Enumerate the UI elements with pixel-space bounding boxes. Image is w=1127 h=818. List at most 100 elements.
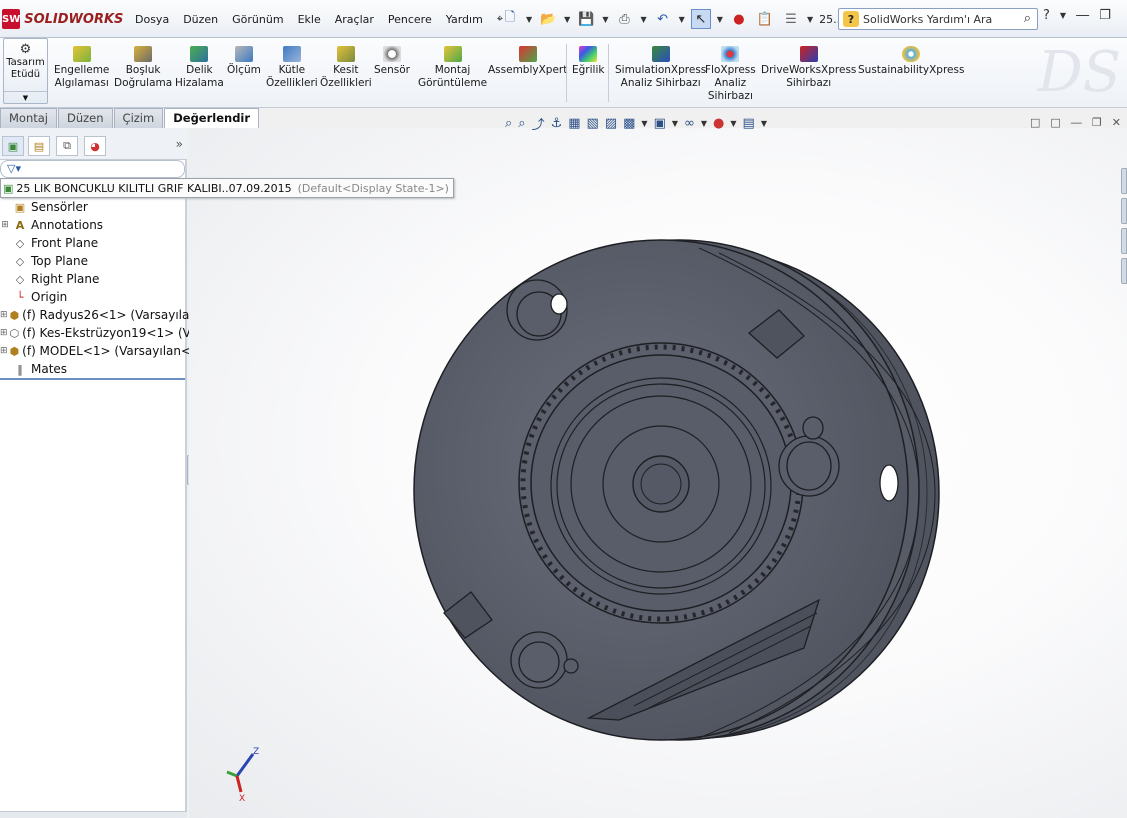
- section-view-icon[interactable]: ⚓: [551, 116, 563, 131]
- edit-appearance-icon[interactable]: ▣: [654, 116, 666, 131]
- expand-icon[interactable]: ⊞: [0, 220, 10, 230]
- sustainabilityxpress-button[interactable]: SustainabilityXpress: [858, 46, 964, 77]
- save-dropdown-icon[interactable]: ▼: [602, 15, 608, 24]
- tab-duzen[interactable]: Düzen: [58, 108, 113, 128]
- assembly-visualization-button[interactable]: Montaj Görüntüleme: [418, 46, 487, 90]
- task-pane-tab[interactable]: [1121, 198, 1127, 224]
- expand-icon[interactable]: ⊞: [0, 346, 8, 356]
- view-orientation-icon[interactable]: ▧: [587, 116, 599, 131]
- select-dropdown-icon[interactable]: ▼: [717, 15, 723, 24]
- options-icon[interactable]: ☰: [781, 9, 801, 29]
- feature-tree-filter[interactable]: ▽▾: [0, 160, 185, 178]
- tree-item-component[interactable]: ⊞ ⬢ (f) MODEL<1> (Varsayılan<: [0, 342, 191, 360]
- hole-alignment-button[interactable]: Delik Hizalama: [175, 46, 224, 90]
- task-pane-tab[interactable]: [1121, 228, 1127, 254]
- solidworks-logo[interactable]: SW SOLIDWORKS: [2, 7, 123, 31]
- viewport-close-icon[interactable]: ✕: [1112, 116, 1121, 129]
- clearance-verification-button[interactable]: Boşluk Doğrulama: [114, 46, 172, 90]
- assembly-model-view[interactable]: [399, 228, 959, 758]
- expand-icon[interactable]: ⊞: [0, 328, 8, 338]
- feature-tree-tab-icon[interactable]: ▣: [2, 136, 24, 156]
- tab-montaj[interactable]: Montaj: [0, 108, 57, 128]
- tree-item-top-plane[interactable]: ◇ Top Plane: [0, 252, 187, 270]
- display-manager-tab-icon[interactable]: ◕: [84, 136, 106, 156]
- save-icon[interactable]: 💾: [576, 9, 596, 29]
- menu-araclar[interactable]: Araçlar: [328, 13, 381, 26]
- scene-icon[interactable]: ∞: [684, 116, 695, 131]
- tree-root-item[interactable]: ▣ 25 LIK BONCUKLU KILITLI GRIF KALIBI..0…: [0, 178, 454, 198]
- menu-ekle[interactable]: Ekle: [291, 13, 328, 26]
- viewport-restore-icon[interactable]: ❐: [1092, 116, 1102, 129]
- task-pane-tab[interactable]: [1121, 168, 1127, 194]
- tab-cizim[interactable]: Çizim: [113, 108, 164, 128]
- undo-dropdown-icon[interactable]: ▼: [679, 15, 685, 24]
- tree-item-component[interactable]: ⊞ ⬢ (f) Radyus26<1> (Varsayılan: [0, 306, 197, 324]
- appearance-ball-icon[interactable]: ●: [713, 116, 724, 131]
- help-search-input[interactable]: ? SolidWorks Yardım'ı Ara ⌕: [838, 8, 1038, 30]
- property-manager-tab-icon[interactable]: ▤: [28, 136, 50, 156]
- magnifier-icon[interactable]: ⌕: [1024, 11, 1031, 26]
- open-dropdown-icon[interactable]: ▼: [564, 15, 570, 24]
- design-study-button[interactable]: ⚙ Tasarım Etüdü ▼: [3, 38, 48, 104]
- menu-dosya[interactable]: Dosya: [128, 13, 176, 26]
- menu-yardim[interactable]: Yardım: [439, 13, 490, 26]
- view-settings-dropdown-icon[interactable]: ▼: [761, 119, 767, 128]
- mass-properties-button[interactable]: Kütle Özellikleri: [266, 46, 318, 90]
- viewport-split-icon[interactable]: □: [1050, 116, 1060, 129]
- view-settings-icon[interactable]: ▤: [743, 116, 755, 131]
- restore-icon[interactable]: ❐: [1099, 8, 1111, 23]
- display-style-icon[interactable]: ▨: [605, 116, 617, 131]
- curvature-button[interactable]: Eğrilik: [572, 46, 604, 77]
- tree-item-mates[interactable]: ‖ Mates: [0, 360, 187, 378]
- zoom-to-area-icon[interactable]: ⌕: [518, 116, 525, 131]
- sensor-button[interactable]: Sensör: [374, 46, 410, 77]
- print-icon[interactable]: ⎙: [614, 9, 634, 29]
- open-folder-icon[interactable]: 📂: [538, 9, 558, 29]
- menu-pencere[interactable]: Pencere: [381, 13, 439, 26]
- expand-panel-icon[interactable]: »: [176, 137, 183, 151]
- print-dropdown-icon[interactable]: ▼: [640, 15, 646, 24]
- simulationxpress-button[interactable]: SimulationXpress Analiz Sihirbazı: [615, 46, 706, 90]
- interference-detection-button[interactable]: Engelleme Algılaması: [54, 46, 109, 90]
- horizontal-scrollbar[interactable]: [0, 811, 187, 818]
- previous-view-icon[interactable]: ⤴: [532, 114, 545, 133]
- tree-item-front-plane[interactable]: ◇ Front Plane: [0, 234, 187, 252]
- design-study-dropdown-icon[interactable]: ▼: [4, 91, 47, 103]
- tree-item-right-plane[interactable]: ◇ Right Plane: [0, 270, 187, 288]
- tab-degerlendir[interactable]: Değerlendir: [164, 108, 260, 128]
- menu-duzen[interactable]: Düzen: [176, 13, 225, 26]
- graphics-area[interactable]: Z X: [189, 128, 1127, 818]
- driveworksxpress-button[interactable]: DriveWorksXpress Sihirbazı: [761, 46, 856, 90]
- minimize-icon[interactable]: ―: [1076, 8, 1089, 23]
- floxpress-button[interactable]: FloXpress Analiz Sihirbazı: [705, 46, 756, 103]
- task-pane-tab[interactable]: [1121, 258, 1127, 284]
- hide-show-dropdown-icon[interactable]: ▼: [641, 119, 647, 128]
- configuration-manager-tab-icon[interactable]: ⧉: [56, 136, 78, 156]
- file-properties-icon[interactable]: 📋: [755, 9, 775, 29]
- section-properties-button[interactable]: Kesit Özellikleri: [320, 46, 372, 90]
- dynamic-annotation-icon[interactable]: ▦: [568, 116, 580, 131]
- tree-item-annotations[interactable]: ⊞ A Annotations: [0, 216, 187, 234]
- menu-gorunum[interactable]: Görünüm: [225, 13, 290, 26]
- tree-item-sensors[interactable]: ▣ Sensörler: [0, 198, 187, 216]
- hide-show-icon[interactable]: ▩: [623, 116, 635, 131]
- options-dropdown-icon[interactable]: ▼: [807, 15, 813, 24]
- help-dropdown-icon[interactable]: ▼: [1060, 11, 1066, 20]
- expand-icon[interactable]: ⊞: [0, 310, 8, 320]
- assemblyxpert-button[interactable]: AssemblyXpert: [488, 46, 567, 77]
- tree-item-component[interactable]: ⊞ ⬡ (f) Kes-Ekstrüzyon19<1> (V: [0, 324, 191, 342]
- ball-dropdown-icon[interactable]: ▼: [730, 119, 736, 128]
- viewport-minimize-icon[interactable]: ―: [1071, 116, 1082, 129]
- rebuild-traffic-light-icon[interactable]: ●: [729, 9, 749, 29]
- new-dropdown-icon[interactable]: ▼: [526, 15, 532, 24]
- scene-dropdown-icon[interactable]: ▼: [701, 119, 707, 128]
- new-document-icon[interactable]: 🗋: [500, 9, 520, 29]
- zoom-to-fit-icon[interactable]: ⌕: [505, 116, 512, 131]
- help-icon[interactable]: ?: [1043, 8, 1050, 23]
- undo-icon[interactable]: ↶: [653, 9, 673, 29]
- viewport-tile-icon[interactable]: □: [1030, 116, 1040, 129]
- measure-button[interactable]: Ölçüm: [227, 46, 261, 77]
- appearance-dropdown-icon[interactable]: ▼: [672, 119, 678, 128]
- select-cursor-icon[interactable]: ↖: [690, 9, 711, 29]
- tree-item-origin[interactable]: └ Origin: [0, 288, 187, 306]
